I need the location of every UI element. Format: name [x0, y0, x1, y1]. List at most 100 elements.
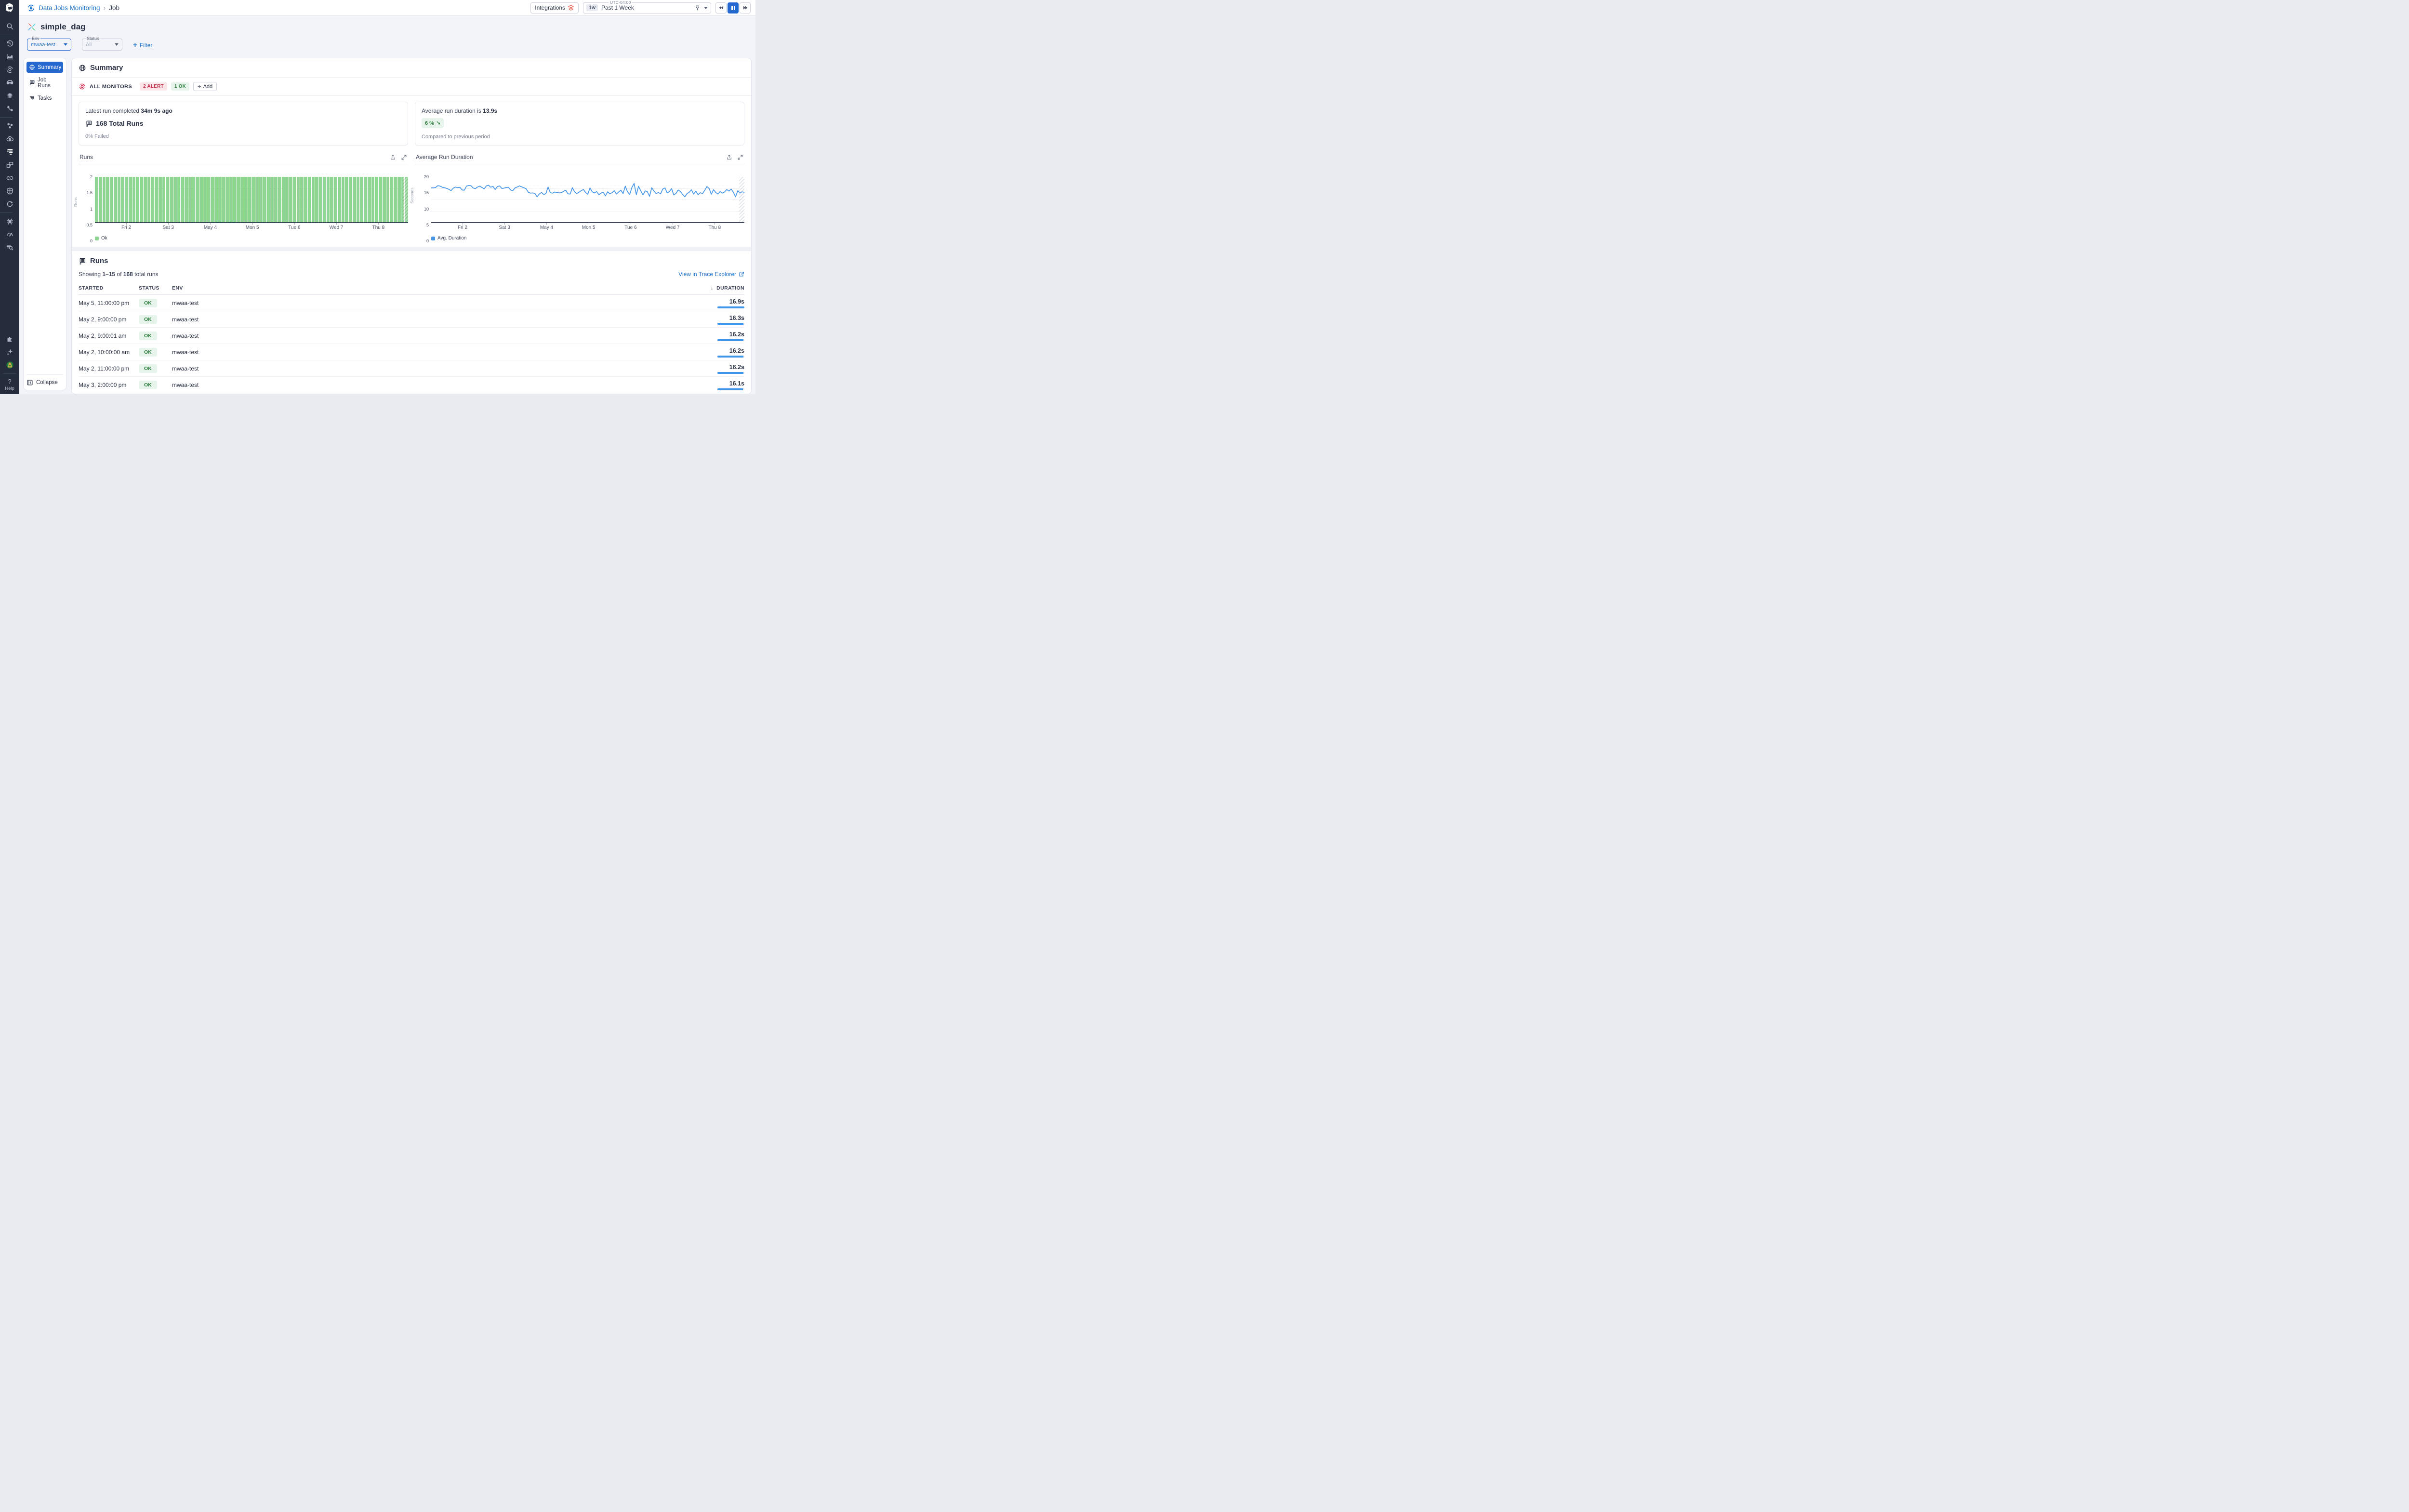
run-bar[interactable] [289, 177, 292, 222]
run-bar[interactable] [240, 177, 244, 222]
integrations-button[interactable]: Integrations [530, 2, 579, 13]
run-bar[interactable] [285, 177, 289, 222]
run-bar[interactable] [297, 177, 300, 222]
gauge-icon[interactable] [0, 228, 19, 241]
run-bar[interactable] [199, 177, 203, 222]
export-icon[interactable] [726, 154, 732, 160]
run-bar[interactable] [397, 177, 401, 222]
run-bar[interactable] [270, 177, 274, 222]
add-filter-button[interactable]: + Filter [133, 42, 152, 51]
run-bar[interactable] [244, 177, 248, 222]
pause-live-button[interactable] [728, 2, 739, 13]
tab-tasks[interactable]: Tasks [26, 93, 63, 104]
table-row[interactable]: May 2, 9:00:00 pmOKmwaa-test16.3s [79, 311, 744, 328]
runs-legend[interactable]: Ok [95, 236, 408, 241]
ai-sparkle-icon[interactable] [0, 345, 19, 358]
run-bar[interactable] [162, 177, 166, 222]
run-bar[interactable] [147, 177, 151, 222]
column-header-env[interactable]: ENV [172, 282, 682, 295]
run-bar[interactable] [211, 177, 214, 222]
run-bar[interactable] [233, 177, 237, 222]
run-bar[interactable] [166, 177, 169, 222]
run-bar[interactable] [125, 177, 128, 222]
run-bar[interactable] [342, 177, 345, 222]
ok-count-badge[interactable]: 1 OK [171, 82, 189, 91]
bug-icon[interactable] [0, 215, 19, 228]
run-bar[interactable] [170, 177, 173, 222]
run-bar[interactable] [282, 177, 285, 222]
column-header-duration[interactable]: ↓ DURATION [682, 282, 744, 295]
tab-job-runs[interactable]: Job Runs [26, 77, 63, 88]
time-dropdown-caret[interactable] [704, 7, 708, 9]
add-monitor-button[interactable]: + Add [193, 82, 217, 91]
run-bar[interactable] [357, 177, 360, 222]
run-bar[interactable] [252, 177, 255, 222]
run-bar[interactable] [330, 177, 333, 222]
ci-icon[interactable] [0, 159, 19, 172]
alert-count-badge[interactable]: 2 ALERT [140, 82, 167, 91]
run-bar[interactable] [319, 177, 322, 222]
run-bar[interactable] [121, 177, 124, 222]
table-row[interactable]: May 2, 11:00:00 pmOKmwaa-test16.2s [79, 360, 744, 377]
run-bar[interactable] [263, 177, 266, 222]
duration-line-plot[interactable] [431, 177, 744, 223]
run-bar[interactable] [345, 177, 348, 222]
run-bar[interactable] [375, 177, 378, 222]
run-bar[interactable] [103, 177, 106, 222]
run-bar[interactable] [214, 177, 218, 222]
run-bar[interactable] [349, 177, 352, 222]
infrastructure-icon[interactable] [0, 119, 19, 133]
history-icon[interactable] [0, 37, 19, 50]
table-row[interactable]: May 5, 11:00:00 pmOKmwaa-test16.9s [79, 295, 744, 311]
run-bar[interactable] [225, 177, 229, 222]
run-bar[interactable] [304, 177, 307, 222]
collapse-button[interactable]: Collapse [26, 374, 63, 386]
run-bar[interactable] [368, 177, 371, 222]
run-bar[interactable] [274, 177, 278, 222]
notebooks-icon[interactable] [0, 89, 19, 102]
run-bar[interactable] [222, 177, 225, 222]
run-bar[interactable] [394, 177, 397, 222]
time-backward-button[interactable] [715, 2, 727, 13]
monitors-icon[interactable] [0, 63, 19, 76]
run-bar[interactable] [159, 177, 162, 222]
run-bar[interactable] [203, 177, 207, 222]
column-header-started[interactable]: STARTED [79, 282, 139, 295]
run-bar[interactable] [371, 177, 375, 222]
export-icon[interactable] [390, 154, 396, 160]
duration-legend[interactable]: Avg. Duration [431, 236, 744, 241]
run-bar[interactable] [118, 177, 121, 222]
run-bar[interactable] [278, 177, 281, 222]
run-bar[interactable] [114, 177, 117, 222]
search-icon[interactable] [0, 20, 19, 33]
datadog-logo[interactable] [0, 0, 19, 16]
run-bar[interactable] [110, 177, 113, 222]
breadcrumb-section[interactable]: Data Jobs Monitoring [39, 4, 100, 12]
run-bar[interactable] [353, 177, 356, 222]
run-bar[interactable] [364, 177, 367, 222]
run-bar[interactable] [334, 177, 337, 222]
run-bar[interactable] [259, 177, 263, 222]
run-bar[interactable] [177, 177, 181, 222]
run-bar[interactable] [308, 177, 311, 222]
tab-summary[interactable]: Summary [26, 62, 63, 73]
help-menu[interactable]: ? Help [0, 376, 19, 394]
run-bar[interactable] [95, 177, 98, 222]
run-bar[interactable] [338, 177, 341, 222]
run-bar[interactable] [390, 177, 393, 222]
run-bar[interactable] [136, 177, 139, 222]
run-bar[interactable] [140, 177, 143, 222]
run-bar[interactable] [188, 177, 192, 222]
column-header-status[interactable]: STATUS [139, 282, 172, 295]
run-bar[interactable] [300, 177, 304, 222]
run-bar[interactable] [327, 177, 330, 222]
expand-icon[interactable] [737, 154, 743, 160]
apm-icon[interactable] [0, 102, 19, 115]
status-filter-dropdown[interactable]: Status All [82, 39, 122, 51]
run-bar[interactable] [155, 177, 158, 222]
view-in-trace-explorer-link[interactable]: View in Trace Explorer [678, 271, 744, 278]
expand-icon[interactable] [401, 154, 407, 160]
run-bar[interactable] [379, 177, 382, 222]
run-bar[interactable] [293, 177, 296, 222]
run-bar[interactable] [99, 177, 102, 222]
